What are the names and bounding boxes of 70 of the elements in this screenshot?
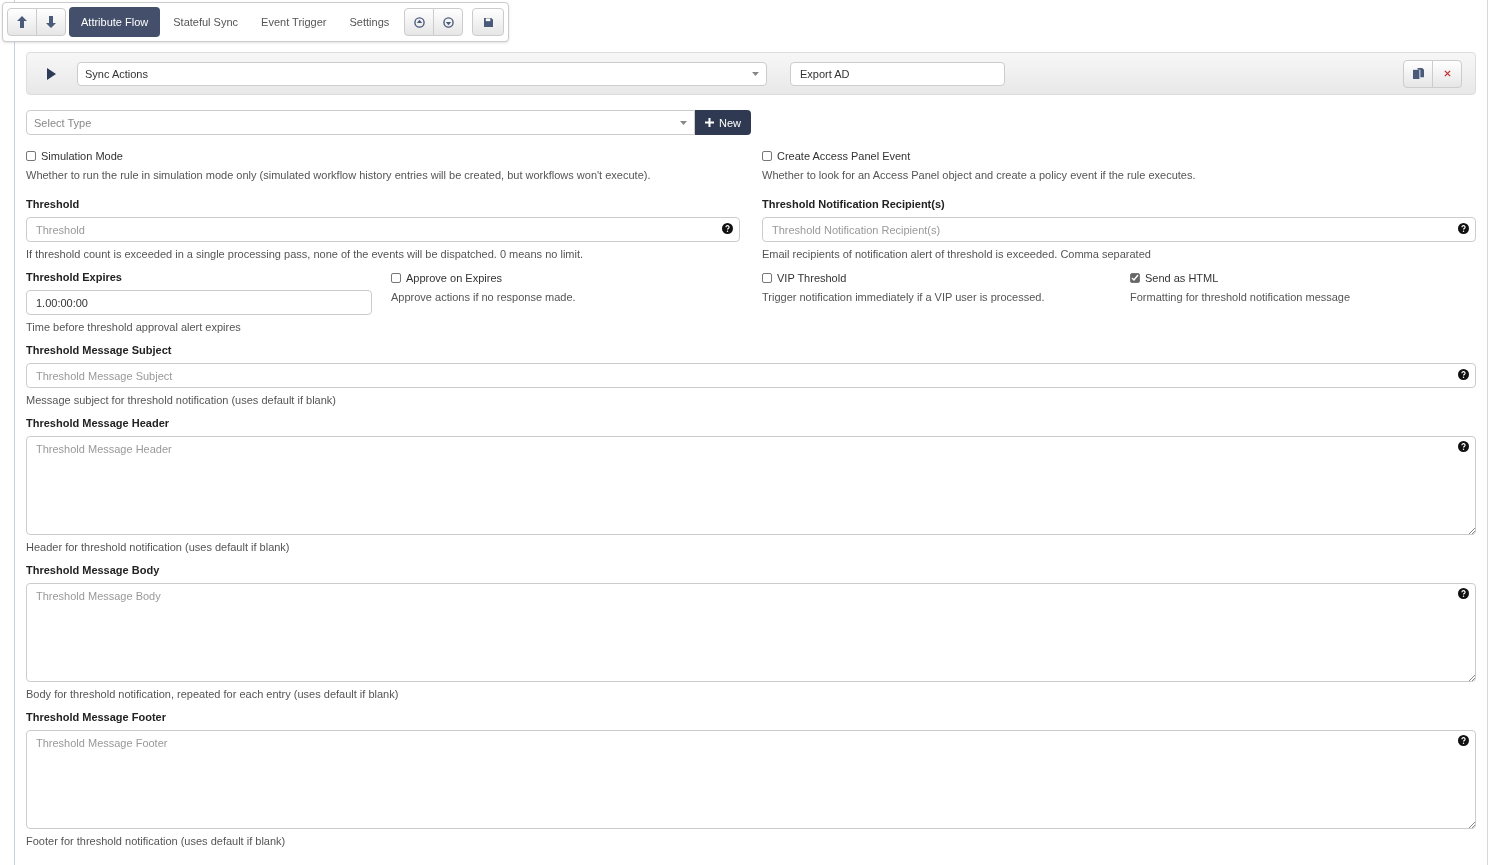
text-area[interactable]: Threshold Message Body <box>26 583 1476 682</box>
input-field[interactable]: 1.00:00:00 <box>26 290 372 315</box>
tab[interactable]: Settings <box>339 7 400 37</box>
checkbox-label: Create Access Panel Event <box>777 149 911 163</box>
arrow-up-icon <box>17 16 27 28</box>
text-area[interactable]: Threshold Message Header <box>26 436 1476 535</box>
help-text: Footer for threshold notification (uses default if blank) <box>26 834 287 848</box>
checkbox[interactable] <box>391 273 401 283</box>
checkbox-label: Send as HTML <box>1145 271 1219 285</box>
field-label: Threshold <box>26 198 81 211</box>
expand-all-button[interactable] <box>433 8 464 36</box>
field-label: Threshold Message Subject <box>26 344 173 357</box>
plus-icon <box>705 118 714 127</box>
input-field[interactable]: Threshold <box>26 217 740 242</box>
input-field[interactable]: Threshold Notification Recipient(s) <box>762 217 1476 242</box>
help-icon[interactable] <box>722 223 733 234</box>
checkbox[interactable] <box>762 151 772 161</box>
tab[interactable]: Attribute Flow <box>69 7 161 37</box>
help-text: Whether to look for an Access Panel object and create a policy event if the rule executes. <box>762 168 1197 182</box>
tab[interactable]: Stateful Sync <box>163 7 249 37</box>
arrow-down-icon <box>46 16 56 28</box>
help-icon[interactable] <box>1458 369 1469 380</box>
checkbox-label: VIP Threshold <box>777 271 847 285</box>
help-text: Time before threshold approval alert expires <box>26 320 242 334</box>
copy-button[interactable] <box>1403 59 1433 88</box>
field-label: Threshold Message Footer <box>26 711 167 724</box>
checkbox[interactable] <box>26 151 36 161</box>
move-up-button[interactable] <box>7 8 37 36</box>
type-select[interactable]: Select Type <box>26 110 695 135</box>
resize-grip-icon[interactable] <box>1468 527 1475 534</box>
new-button[interactable]: New <box>695 110 751 135</box>
help-text: Email recipients of notification alert of threshold is exceeded. Comma separated <box>762 247 1152 261</box>
resize-grip-icon[interactable] <box>1468 674 1475 681</box>
help-icon[interactable] <box>1458 223 1469 234</box>
help-text: Formatting for threshold notification message <box>1130 290 1352 304</box>
close-icon <box>1443 70 1451 77</box>
text-area[interactable]: Threshold Message Footer <box>26 730 1476 829</box>
checkbox[interactable] <box>1130 273 1140 283</box>
help-icon[interactable] <box>1458 735 1469 746</box>
save-icon <box>483 17 493 27</box>
name-field[interactable]: Export AD <box>790 61 1005 86</box>
help-icon[interactable] <box>1458 441 1469 452</box>
copy-icon <box>1412 68 1424 79</box>
checkbox[interactable] <box>762 273 772 283</box>
action-select[interactable]: Sync Actions <box>77 61 767 86</box>
help-icon[interactable] <box>1458 588 1469 599</box>
move-down-button[interactable] <box>36 8 66 36</box>
help-text: Body for threshold notification, repeated for each entry (uses default if blank) <box>26 687 400 701</box>
help-text: Whether to run the rule in simulation mode only (simulated workflow history entries will be created, but workflows won't execute). <box>26 168 652 182</box>
circle-down-icon <box>442 16 454 28</box>
checkbox-label: Simulation Mode <box>41 149 123 163</box>
field-label: Threshold Message Header <box>26 417 171 430</box>
collapse-all-button[interactable] <box>404 8 435 36</box>
help-text: Trigger notification immediately if a VIP user is processed. <box>762 290 1046 304</box>
checkbox-label: Approve on Expires <box>406 271 502 285</box>
tab[interactable]: Event Trigger <box>251 7 337 37</box>
field-label: Threshold Notification Recipient(s) <box>762 198 946 211</box>
save-button[interactable] <box>472 8 505 36</box>
field-label: Threshold Expires <box>26 271 123 284</box>
help-text: Approve actions if no response made. <box>391 290 577 304</box>
help-text: Message subject for threshold notification (uses default if blank) <box>26 393 337 407</box>
resize-grip-icon[interactable] <box>1468 821 1475 828</box>
help-text: If threshold count is exceeded in a single processing pass, none of the events will be dispatched. 0 means no limit. <box>26 247 585 261</box>
caret-icon <box>680 120 687 125</box>
expand-toggle[interactable] <box>47 67 57 80</box>
circle-up-icon <box>413 16 425 28</box>
field-label: Threshold Message Body <box>26 564 161 577</box>
input-field[interactable]: Threshold Message Subject <box>26 363 1476 388</box>
caret-icon <box>752 71 759 76</box>
help-text: Header for threshold notification (uses default if blank) <box>26 540 291 554</box>
